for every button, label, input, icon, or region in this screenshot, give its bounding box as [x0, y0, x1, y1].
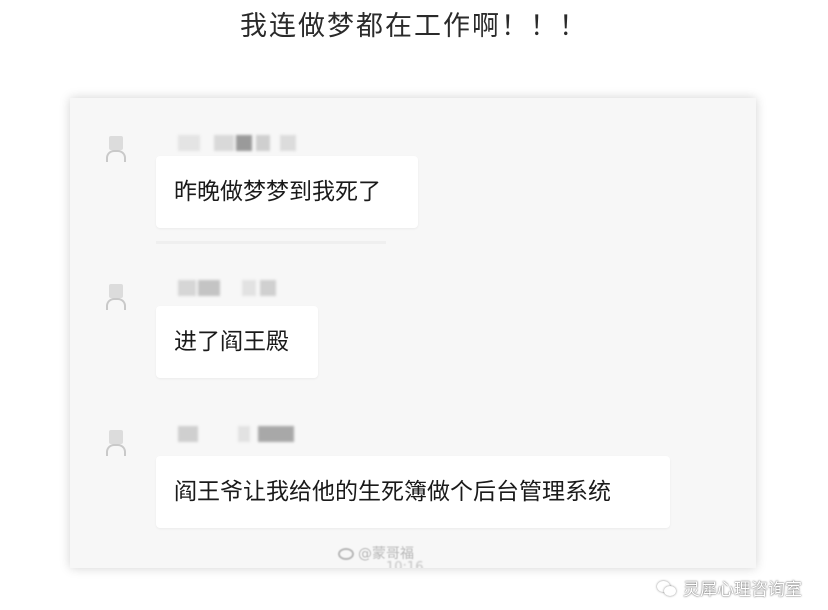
message-text: 昨晚做梦梦到我死了	[174, 179, 381, 205]
chat-screenshot: 昨晚做梦梦到我死了 进了阎王殿 阎王爷让我给他的生死簿做个后台管理系统 @蒙哥福…	[70, 98, 756, 568]
wechat-icon	[657, 581, 677, 597]
message-text: 阎王爷让我给他的生死簿做个后台管理系统	[174, 479, 611, 505]
sender-name-blurred	[178, 426, 294, 442]
timestamp: 10:16	[386, 560, 424, 568]
message-bubble: 阎王爷让我给他的生死簿做个后台管理系统	[156, 456, 670, 528]
message-bubble: 进了阎王殿	[156, 306, 318, 378]
account-watermark: 灵犀心理咨询室	[657, 575, 802, 600]
account-name: 灵犀心理咨询室	[683, 580, 802, 600]
sender-name-blurred	[178, 135, 298, 151]
headline: 我连做梦都在工作啊！！！	[240, 11, 588, 42]
divider	[156, 241, 386, 244]
message-text: 进了阎王殿	[174, 329, 289, 355]
user-avatar-icon	[106, 136, 126, 162]
user-avatar-icon	[106, 284, 126, 310]
message-bubble: 昨晚做梦梦到我死了	[156, 156, 418, 228]
sender-name-blurred	[178, 280, 278, 296]
weibo-icon	[338, 548, 354, 560]
user-avatar-icon	[106, 430, 126, 456]
